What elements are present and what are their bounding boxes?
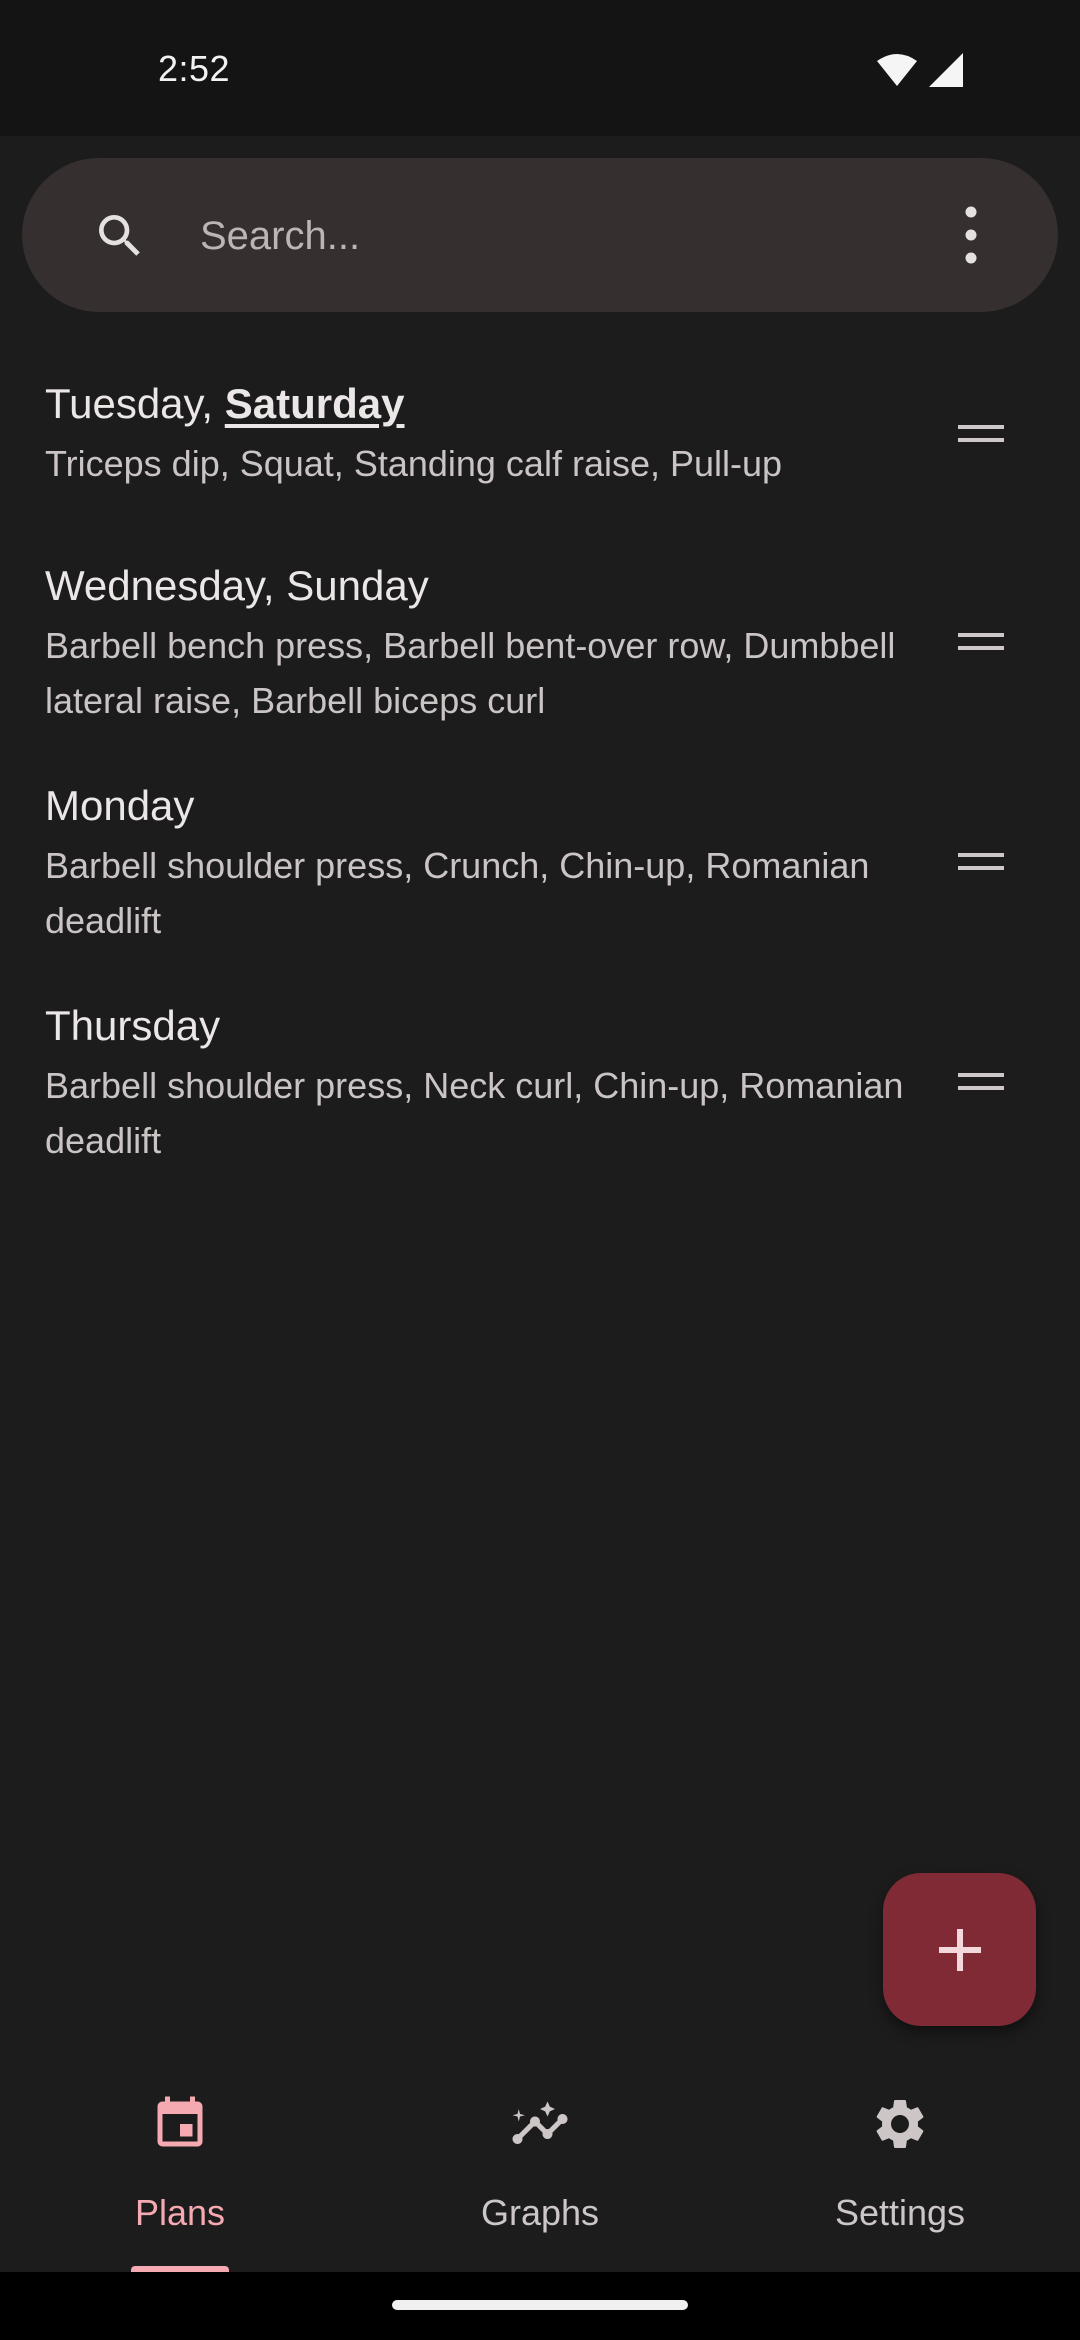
plan-days-text: Thursday [45, 1002, 221, 1049]
plan-days: Tuesday, Saturday [45, 380, 405, 428]
status-icons [876, 52, 964, 88]
plan-days: Monday [45, 782, 194, 830]
plan-days-text: Monday [45, 782, 195, 829]
nav-label-settings: Settings [834, 2192, 966, 2233]
plan-exercises: Barbell shoulder press, Crunch, Chin-up,… [45, 845, 870, 941]
insights-icon [512, 2101, 568, 2144]
add-icon [938, 1928, 981, 1971]
drag-handle-icon[interactable] [958, 630, 1004, 654]
home-gesture-handle[interactable] [392, 2300, 688, 2310]
plan-item[interactable]: Tuesday, Saturday Triceps dip, Squat, St… [0, 350, 1080, 520]
status-time: 2:52 [158, 48, 231, 89]
nav-item-settings[interactable]: Settings [720, 2052, 1080, 2272]
plan-days: Thursday [45, 1002, 220, 1050]
calendar-icon [157, 2096, 203, 2147]
gesture-navigation-bar [0, 2272, 1080, 2340]
add-plan-button[interactable] [883, 1873, 1036, 2026]
plan-days-text: Wednesday, Sunday [45, 562, 429, 609]
plan-exercises: Triceps dip, Squat, Standing calf raise,… [45, 443, 783, 484]
plan-days-text: Tuesday, [45, 380, 225, 427]
drag-handle-icon[interactable] [958, 422, 1004, 446]
search-bar[interactable] [22, 158, 1058, 312]
plan-item[interactable]: Monday Barbell shoulder press, Crunch, C… [0, 750, 1080, 960]
search-input[interactable] [198, 196, 902, 276]
status-bar: 2:52 [0, 0, 1080, 136]
plan-item[interactable]: Thursday Barbell shoulder press, Neck cu… [0, 970, 1080, 1180]
nav-item-graphs[interactable]: Graphs [360, 2052, 720, 2272]
nav-label-plans: Plans [134, 2192, 226, 2233]
drag-handle-icon[interactable] [958, 850, 1004, 874]
plan-days: Wednesday, Sunday [45, 562, 429, 610]
search-icon[interactable] [92, 208, 148, 264]
drag-handle-icon[interactable] [958, 1070, 1004, 1094]
more-vert-icon[interactable] [946, 198, 996, 272]
cellular-signal-icon [929, 53, 963, 87]
plan-exercises: Barbell bench press, Barbell bent-over r… [45, 625, 896, 721]
nav-label-graphs: Graphs [480, 2192, 600, 2233]
gear-icon [876, 2100, 924, 2148]
bottom-navigation: Plans Graphs Settings [0, 2052, 1080, 2274]
plan-exercises: Barbell shoulder press, Neck curl, Chin-… [45, 1065, 904, 1161]
wifi-icon [877, 54, 917, 86]
today-highlight: Saturday [224, 380, 405, 427]
nav-item-plans[interactable]: Plans [0, 2052, 360, 2274]
plan-item[interactable]: Wednesday, Sunday Barbell bench press, B… [0, 530, 1080, 740]
